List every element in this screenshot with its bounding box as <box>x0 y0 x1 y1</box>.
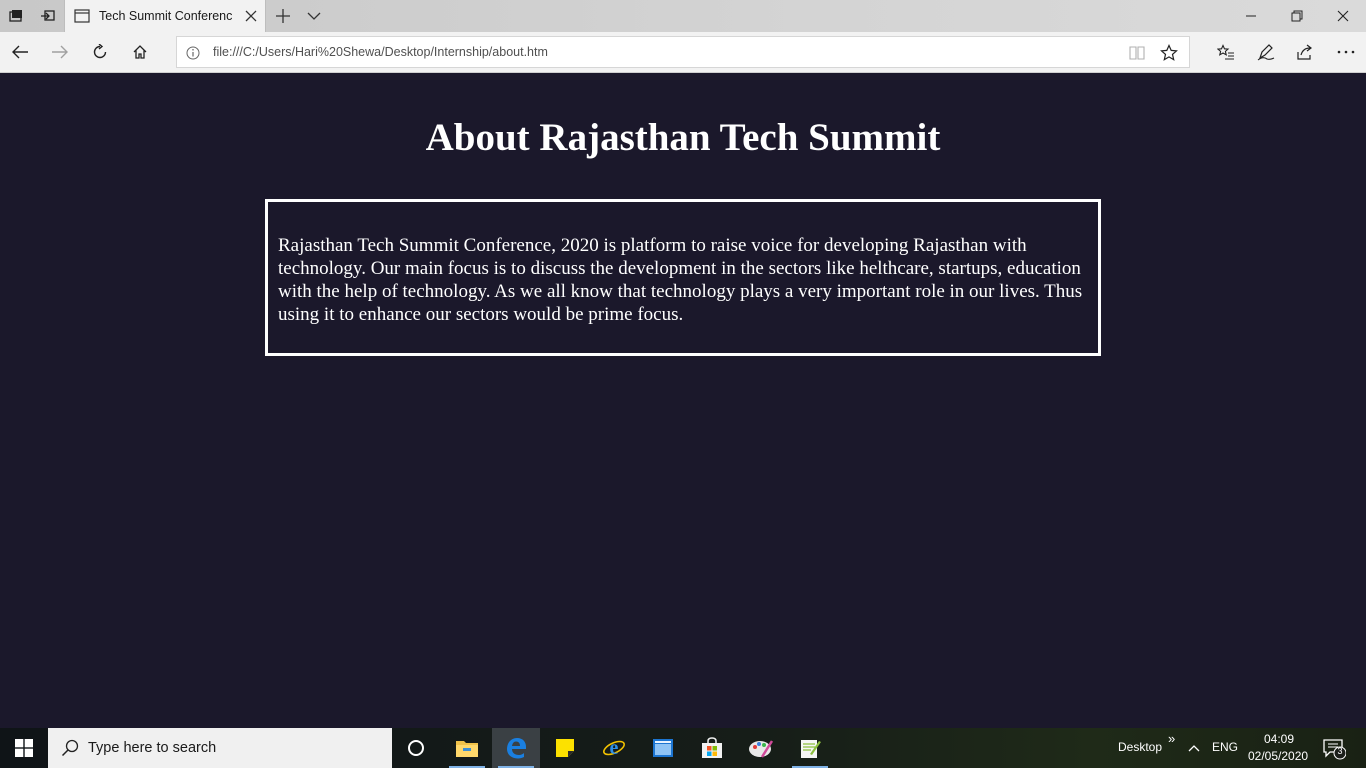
edge-browser-icon[interactable] <box>492 728 540 768</box>
tab-title: Tech Summit Conferenc <box>99 9 233 23</box>
clock-date[interactable]: 02/05/2020 <box>1248 749 1308 763</box>
store-bag-icon[interactable] <box>688 728 736 768</box>
minimize-icon[interactable] <box>1228 0 1274 32</box>
clock-time[interactable]: 04:09 <box>1264 732 1294 746</box>
about-text: Rajasthan Tech Summit Conference, 2020 i… <box>278 235 1083 325</box>
tab-set-aside-icon[interactable] <box>0 0 32 32</box>
restore-tabs-icon[interactable] <box>32 0 64 32</box>
taskbar: Type here to search e Desktop » ENG 04:0… <box>0 728 1366 768</box>
more-options-icon[interactable] <box>1326 32 1366 72</box>
notepad-plus-plus-icon[interactable] <box>786 728 834 768</box>
address-bar[interactable]: file:///C:/Users/Hari%20Shewa/Desktop/In… <box>176 36 1190 68</box>
close-tab-icon[interactable] <box>243 8 259 24</box>
page-icon <box>74 8 90 24</box>
home-icon[interactable] <box>120 32 160 72</box>
internet-explorer-icon[interactable]: e <box>590 728 638 768</box>
restore-window-icon[interactable] <box>1274 0 1320 32</box>
browser-tab[interactable]: Tech Summit Conferenc <box>64 0 266 32</box>
sticky-notes-icon[interactable] <box>541 728 589 768</box>
share-icon[interactable] <box>1286 32 1326 72</box>
chevron-up-icon[interactable] <box>1186 742 1202 754</box>
refresh-icon[interactable] <box>80 32 120 72</box>
paint-icon[interactable] <box>737 728 785 768</box>
taskbar-search[interactable]: Type here to search <box>48 728 392 768</box>
url-text[interactable]: file:///C:/Users/Hari%20Shewa/Desktop/In… <box>213 45 548 59</box>
close-window-icon[interactable] <box>1320 0 1366 32</box>
new-tab-icon[interactable] <box>271 0 295 32</box>
info-icon[interactable] <box>185 45 201 61</box>
favorites-list-icon[interactable] <box>1206 32 1246 72</box>
navigation-bar: file:///C:/Users/Hari%20Shewa/Desktop/In… <box>0 32 1366 73</box>
cortana-icon[interactable] <box>392 728 440 768</box>
about-box: Rajasthan Tech Summit Conference, 2020 i… <box>265 199 1101 356</box>
window-app-icon[interactable] <box>639 728 687 768</box>
favorite-star-icon[interactable] <box>1159 43 1179 63</box>
page-title: About Rajasthan Tech Summit <box>425 116 941 159</box>
notification-count: 3 <box>1337 746 1343 756</box>
title-bar: Tech Summit Conferenc <box>0 0 1366 32</box>
svg-text:e: e <box>610 737 619 759</box>
pen-icon[interactable] <box>1246 32 1286 72</box>
chevron-down-icon[interactable] <box>302 0 326 32</box>
language-indicator[interactable]: ENG <box>1212 740 1238 754</box>
page-content: About Rajasthan Tech Summit Rajasthan Te… <box>0 73 1366 728</box>
reading-view-icon[interactable] <box>1127 43 1147 63</box>
file-explorer-icon[interactable] <box>443 728 491 768</box>
desktop-toolbar-label[interactable]: Desktop <box>1118 740 1162 754</box>
windows-start-icon[interactable] <box>0 728 48 768</box>
search-placeholder: Type here to search <box>88 740 217 756</box>
search-icon <box>60 738 80 758</box>
toolbar-overflow-icon[interactable]: » <box>1168 731 1175 746</box>
notification-center-icon[interactable]: 3 <box>1322 738 1346 760</box>
forward-arrow-icon[interactable] <box>40 32 80 72</box>
back-arrow-icon[interactable] <box>0 32 40 72</box>
